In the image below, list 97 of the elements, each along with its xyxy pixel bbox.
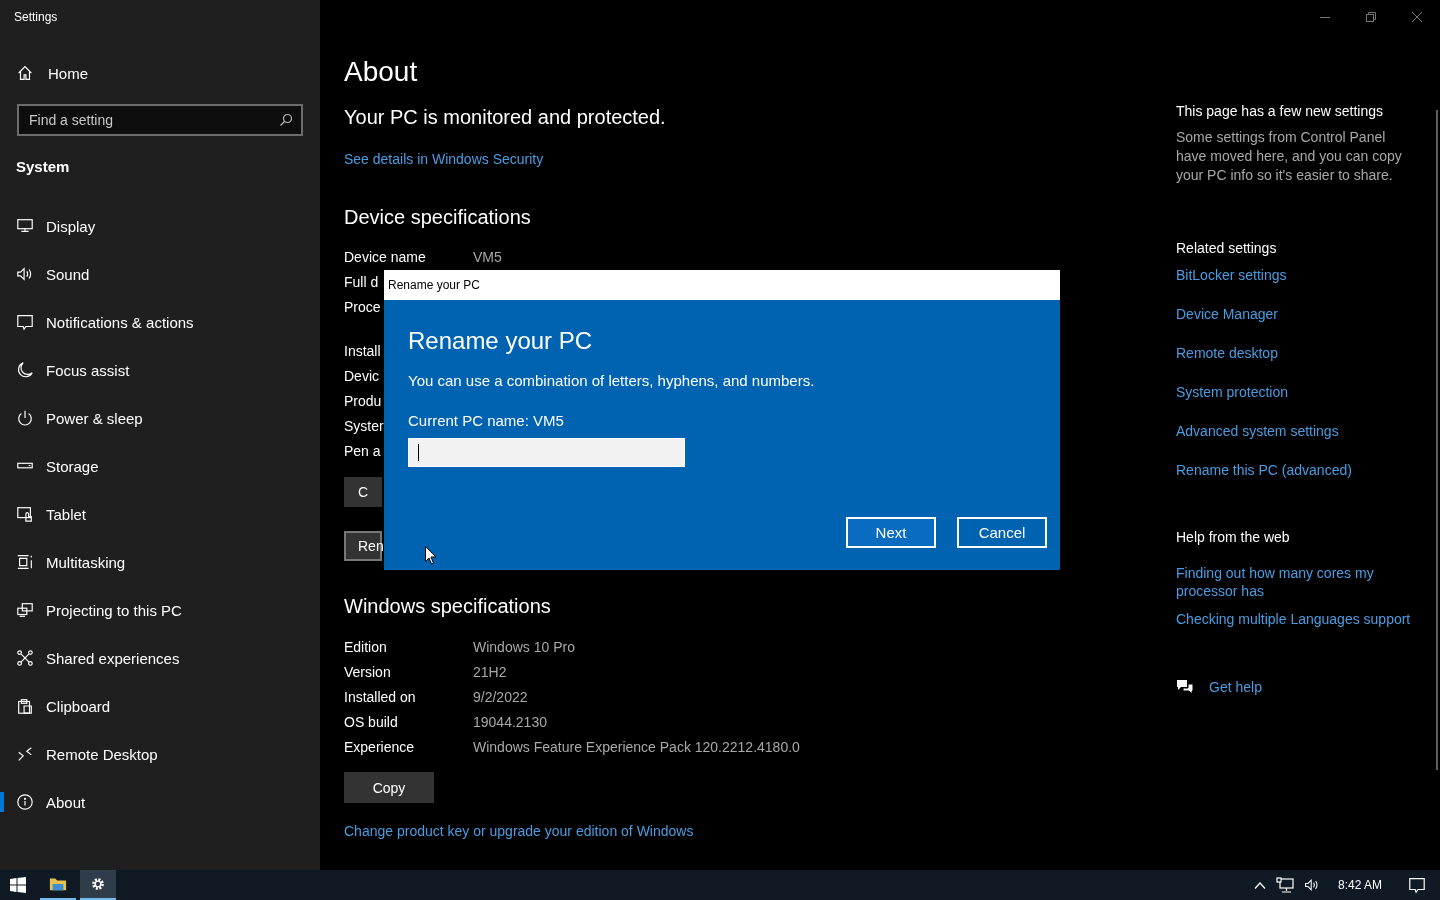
section-heading: System xyxy=(16,157,70,177)
nav-item[interactable]: Notifications & actions xyxy=(0,298,320,346)
network-icon xyxy=(16,649,34,667)
nav-item[interactable]: Projecting to this PC xyxy=(0,586,320,634)
speaker-icon xyxy=(1303,877,1320,893)
remote-icon xyxy=(16,745,34,763)
nav-item[interactable]: Storage xyxy=(0,442,320,490)
spec-value: VM5 xyxy=(473,248,502,267)
dialog-description: You can use a combination of letters, hyphens, and numbers. xyxy=(408,371,815,391)
spec-label: Syster xyxy=(344,417,384,436)
multitasking-icon xyxy=(16,553,34,571)
cursor-icon xyxy=(425,546,437,565)
spec-value: 9/2/2022 xyxy=(473,688,528,707)
spec-label: Edition xyxy=(344,638,387,657)
panel-description: Some settings from Control Panel have moved here, and you can copy your PC info so it's easier to share. xyxy=(1176,128,1403,185)
copy-button[interactable]: Copy xyxy=(344,772,434,803)
page-title: About xyxy=(344,55,418,89)
related-link[interactable]: Remote desktop xyxy=(1176,343,1278,363)
info-icon xyxy=(16,793,34,811)
nav-item[interactable]: Remote Desktop xyxy=(0,730,320,778)
nav-item[interactable]: About xyxy=(0,778,320,826)
monitor-icon xyxy=(16,217,34,235)
window-title: Settings xyxy=(14,10,58,24)
help-link[interactable]: Finding out how many cores my processor has xyxy=(1176,564,1391,600)
security-link[interactable]: See details in Windows Security xyxy=(344,149,544,169)
spec-label: Pen a xyxy=(344,442,381,461)
name-field[interactable] xyxy=(408,438,685,467)
security-status: Your PC is monitored and protected. xyxy=(344,106,666,128)
taskbar-app[interactable] xyxy=(80,870,116,900)
tablet-icon xyxy=(16,505,34,523)
help-link[interactable]: Checking multiple Languages support xyxy=(1176,609,1411,629)
windows-logo-icon xyxy=(10,877,26,893)
nav-item[interactable]: Focus assist xyxy=(0,346,320,394)
restore-icon xyxy=(1366,12,1376,22)
related-link[interactable]: Rename this PC (advanced) xyxy=(1176,460,1352,480)
spec-label: Devic xyxy=(344,367,379,386)
chevron-up-icon xyxy=(1253,881,1266,889)
moon-icon xyxy=(16,361,34,379)
product-key-link[interactable]: Change product key or upgrade your edition of Windows xyxy=(344,821,694,841)
speech-bubble-icon xyxy=(16,313,34,331)
speech-bubble-icon xyxy=(1408,876,1426,894)
nav-item[interactable]: Display xyxy=(0,202,320,250)
power-icon xyxy=(16,409,34,427)
spec-label: Produ xyxy=(344,392,382,411)
section-heading: Windows specifications xyxy=(344,594,551,619)
nav-item[interactable]: Multitasking xyxy=(0,538,320,586)
spec-value: 21H2 xyxy=(473,663,507,682)
spec-label: Proce xyxy=(344,298,381,317)
spec-label: Experience xyxy=(344,738,415,757)
spec-label: Device name xyxy=(344,248,426,267)
speaker-icon xyxy=(16,265,34,283)
spec-value: Windows 10 Pro xyxy=(473,638,575,657)
scrollbar[interactable] xyxy=(1436,110,1438,770)
cancel-button[interactable]: Cancel xyxy=(957,517,1047,548)
network-icon xyxy=(1275,877,1294,893)
spec-label: Version xyxy=(344,663,391,682)
get-help-link[interactable]: Get help xyxy=(1209,677,1262,697)
nav-item[interactable]: Power & sleep xyxy=(0,394,320,442)
screens-icon xyxy=(16,601,34,619)
volume-button[interactable] xyxy=(1303,877,1320,893)
related-link[interactable]: System protection xyxy=(1176,382,1289,402)
search-icon xyxy=(279,113,293,127)
action-button[interactable]: C xyxy=(344,477,382,507)
home-nav-item[interactable]: Home xyxy=(0,53,320,93)
close-icon xyxy=(1412,12,1422,22)
minimize-icon xyxy=(1320,16,1330,18)
notifications-button[interactable] xyxy=(1408,876,1426,894)
related-link[interactable]: BitLocker settings xyxy=(1176,265,1287,285)
spec-value: 19044.2130 xyxy=(473,713,547,732)
clock: 8:42 AM xyxy=(1337,878,1382,892)
related-link[interactable]: Device Manager xyxy=(1176,304,1278,324)
spec-label: Install xyxy=(344,342,381,361)
related-link[interactable]: Advanced system settings xyxy=(1176,421,1339,441)
spec-label: OS build xyxy=(344,713,398,732)
house-icon xyxy=(16,64,34,82)
dialog-title: Rename your PC xyxy=(388,278,481,292)
action-button[interactable]: Ren xyxy=(344,531,382,561)
nav-item[interactable]: Tablet xyxy=(0,490,320,538)
chat-help-icon xyxy=(1176,679,1194,695)
panel-heading: This page has a few new settings xyxy=(1176,102,1383,121)
clipboard-icon xyxy=(16,697,34,715)
search-field[interactable]: Find a setting xyxy=(17,104,303,136)
network-button[interactable] xyxy=(1275,877,1294,893)
nav-item[interactable]: Clipboard xyxy=(0,682,320,730)
nav-item[interactable]: Sound xyxy=(0,250,320,298)
panel-heading: Help from the web xyxy=(1176,528,1290,547)
next-button[interactable]: Next xyxy=(846,517,936,548)
section-heading: Device specifications xyxy=(344,205,531,230)
spec-label: Full d xyxy=(344,273,379,292)
panel-heading: Related settings xyxy=(1176,239,1277,258)
dialog-heading: Rename your PC xyxy=(408,326,593,356)
field-label: Current PC name: VM5 xyxy=(408,411,564,431)
spec-value: Windows Feature Experience Pack 120.2212.4180.0 xyxy=(473,738,800,757)
gear-icon xyxy=(89,875,107,893)
spec-label: Installed on xyxy=(344,688,416,707)
tray-chevron[interactable] xyxy=(1253,881,1266,889)
nav-item[interactable]: Shared experiences xyxy=(0,634,320,682)
